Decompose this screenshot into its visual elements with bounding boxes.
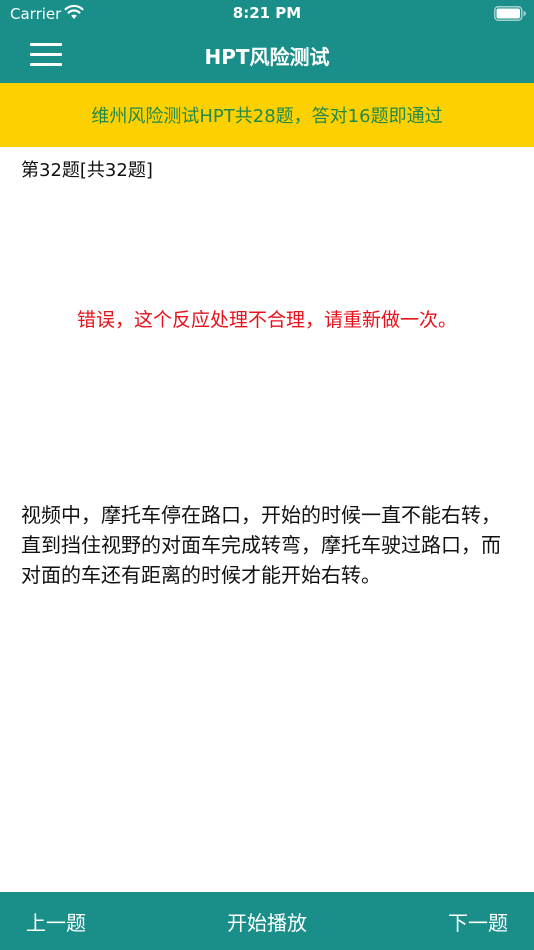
bottom-toolbar: 上一题 开始播放 下一题 bbox=[0, 892, 534, 950]
status-time: 8:21 PM bbox=[232, 4, 302, 22]
result-message: 错误，这个反应处理不合理，请重新做一次。 bbox=[76, 309, 457, 331]
battery-icon bbox=[494, 6, 526, 21]
next-question-button[interactable]: 下一题 bbox=[448, 907, 508, 936]
navigation-bar: HPT风险测试 bbox=[0, 28, 534, 83]
question-counter: 第32题[共32题] bbox=[21, 160, 153, 181]
status-bar: Carrier 8:21 PM bbox=[0, 0, 534, 28]
top-header: Carrier 8:21 PM HPT风险测试 bbox=[0, 0, 534, 83]
page-title: HPT风险测试 bbox=[204, 45, 330, 69]
explanation-text: 视频中，摩托车停在路口，开始的时候一直不能右转，直到挡住视野的对面车完成转弯，摩… bbox=[21, 503, 501, 587]
pass-rule-banner: 维州风险测试HPT共28题，答对16题即通过 bbox=[0, 83, 534, 147]
